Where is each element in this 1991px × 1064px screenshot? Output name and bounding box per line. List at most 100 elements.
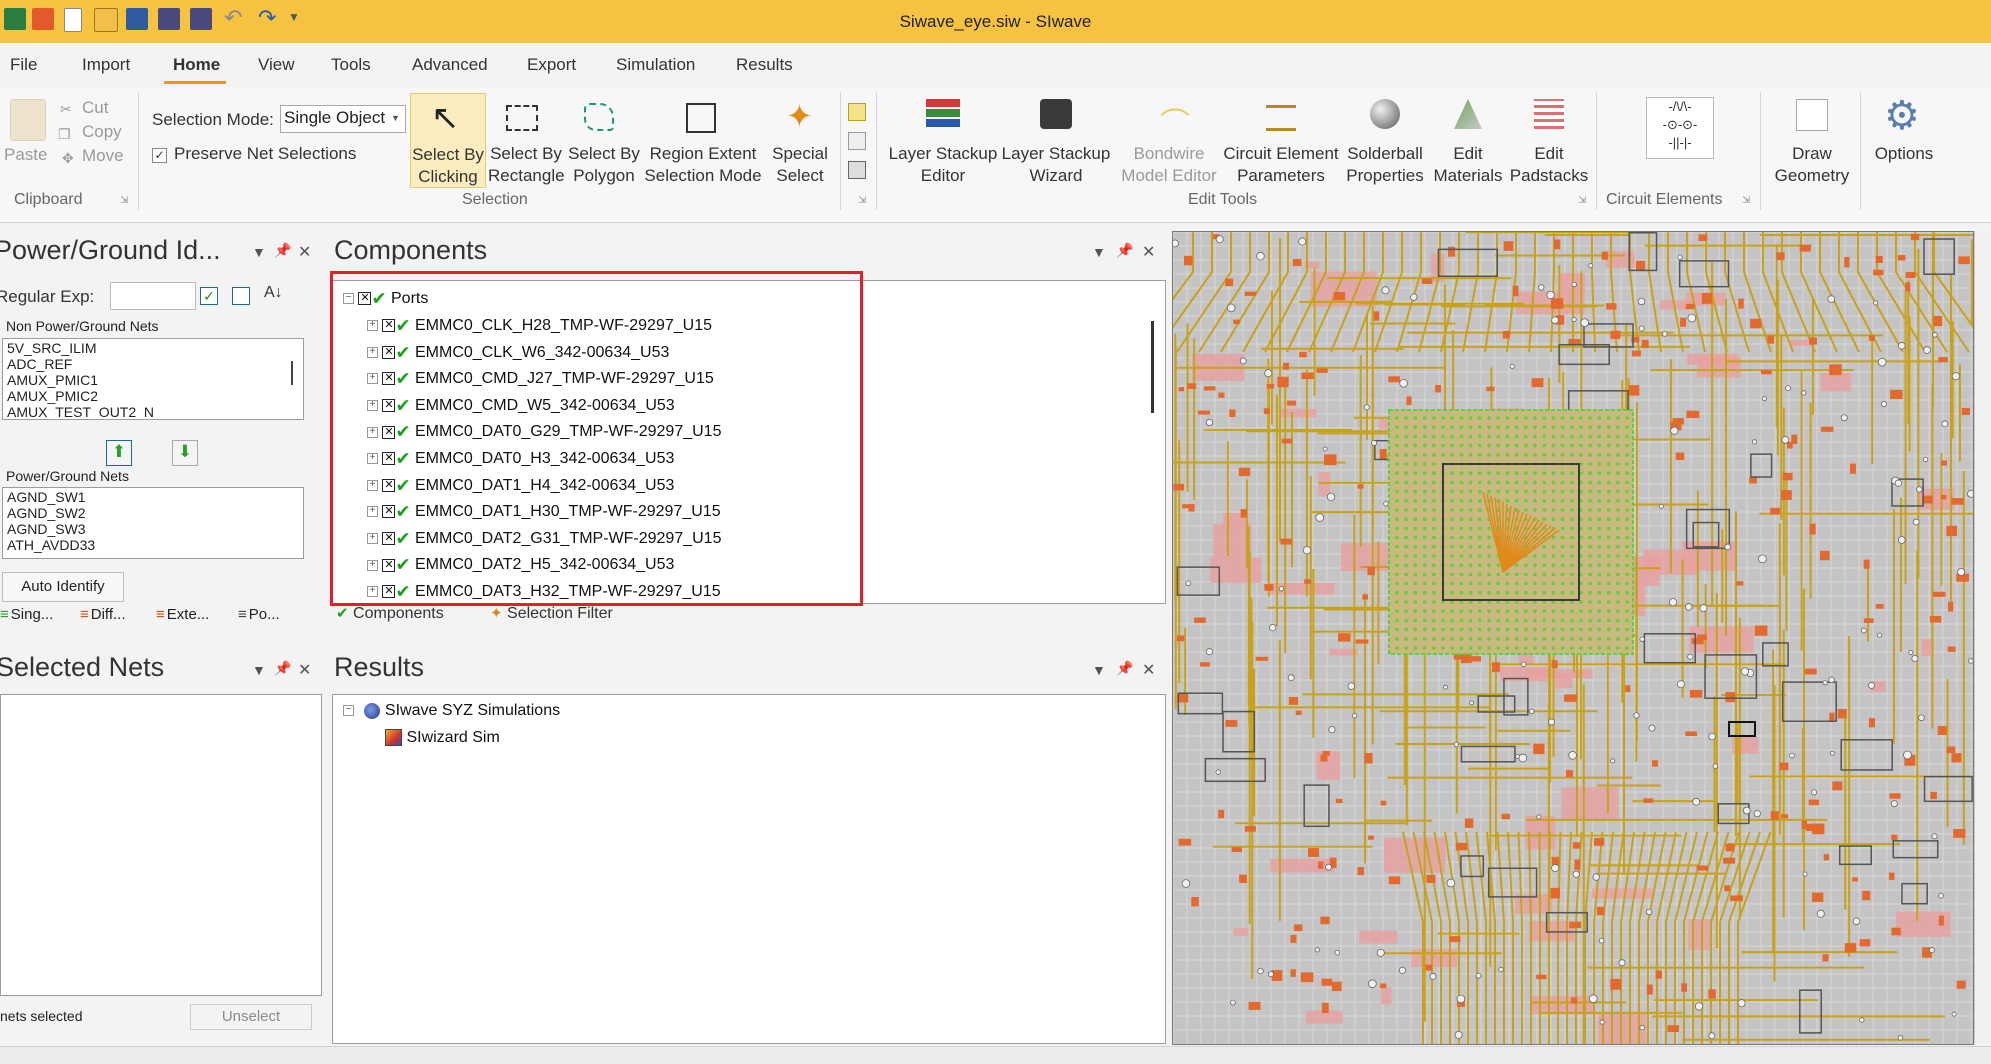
edit-padstacks-button[interactable]: Edit Padstacks — [1508, 93, 1590, 186]
uncheck-all-icon[interactable] — [232, 287, 250, 305]
unselect-button[interactable]: Unselect — [190, 1004, 312, 1030]
results-tree[interactable]: − SIwave SYZ Simulations SIwizard Sim — [332, 694, 1166, 1044]
close-icon[interactable]: ✕ — [1142, 660, 1155, 680]
list-item[interactable]: ADC_REF — [7, 356, 72, 372]
panel-menu-icon[interactable]: ▼ — [252, 244, 266, 260]
bga-ball — [1413, 434, 1418, 439]
bga-ball — [1432, 627, 1436, 632]
clipboard-launcher-icon[interactable]: ⇲ — [120, 195, 128, 206]
panel-menu-icon[interactable]: ▼ — [1092, 662, 1106, 678]
tab-components[interactable]: ✔ Components — [336, 604, 484, 630]
results-root-row[interactable]: − SIwave SYZ Simulations — [343, 697, 560, 724]
via — [1811, 789, 1818, 796]
pin-icon[interactable]: 📌 — [1116, 242, 1133, 259]
region-extent-selection-mode-button[interactable]: Region Extent Selection Mode — [644, 93, 762, 186]
bga-ball — [1524, 627, 1528, 632]
list-item[interactable]: AGND_SW3 — [7, 521, 86, 537]
sort-icon[interactable]: A↓ — [264, 284, 283, 302]
options-button[interactable]: ⚙ Options — [1864, 93, 1944, 186]
bga-ball — [1597, 535, 1602, 540]
selected-nets-list[interactable] — [0, 694, 322, 996]
bga-ball — [1441, 453, 1445, 457]
layout-canvas[interactable] — [1172, 231, 1974, 1045]
pin-icon[interactable]: 📌 — [274, 242, 291, 259]
canvas-scrollbar[interactable] — [1974, 231, 1991, 1043]
list-item[interactable]: AMUX_PMIC2 — [7, 388, 98, 404]
clear-selection-icon[interactable] — [848, 132, 866, 150]
panel-menu-icon[interactable]: ▼ — [252, 662, 266, 678]
close-icon[interactable]: ✕ — [1142, 242, 1155, 262]
select-by-clicking-button[interactable]: ↖ Select By Clicking — [410, 93, 486, 188]
menu-results[interactable]: Results — [736, 55, 793, 75]
layer-stackup-editor-button[interactable]: Layer Stackup Editor — [888, 93, 998, 186]
menu-export[interactable]: Export — [527, 55, 576, 75]
list-item[interactable]: AMUX_TEST_OUT2_N — [7, 404, 154, 419]
tab-external[interactable]: ≡ Exte... — [156, 606, 209, 623]
close-icon[interactable]: ✕ — [298, 242, 311, 262]
menu-file[interactable]: File — [10, 55, 37, 75]
paste-button[interactable]: Paste — [4, 144, 47, 166]
select-by-polygon-button[interactable]: Select By Polygon — [566, 93, 642, 186]
menu-tools[interactable]: Tools — [331, 55, 371, 75]
selection-mode-dropdown[interactable]: Single Object ▼ — [280, 105, 406, 133]
layer-stackup-wizard-button[interactable]: Layer Stackup Wizard — [1000, 93, 1112, 186]
menu-view[interactable]: View — [258, 55, 295, 75]
move-down-icon[interactable]: ⬇ — [172, 440, 198, 466]
pin-icon[interactable]: 📌 — [1116, 660, 1133, 677]
move-up-icon[interactable]: ⬆ — [106, 440, 132, 466]
scrollbar-thumb[interactable] — [291, 361, 293, 385]
move-button[interactable]: Move — [82, 145, 124, 167]
special-select-button[interactable]: ✦ Special Select — [764, 93, 836, 186]
pad — [1941, 460, 1948, 466]
copy-button[interactable]: Copy — [82, 121, 122, 143]
bga-ball — [1588, 609, 1592, 613]
draw-geometry-button[interactable]: Draw Geometry — [1764, 93, 1860, 186]
tab-power[interactable]: ≡ Po... — [238, 606, 280, 623]
pcb-layout[interactable] — [1173, 232, 1973, 1044]
bga-ball — [1487, 637, 1491, 641]
circuit-element-parameters-button[interactable]: Circuit Element Parameters — [1222, 93, 1340, 186]
scrollbar-thumb[interactable] — [1151, 321, 1154, 413]
non-pg-nets-list[interactable]: 5V_SRC_ILIM ADC_REF AMUX_PMIC1 AMUX_PMIC2 AM… — [2, 338, 304, 420]
list-item[interactable]: 5V_SRC_ILIM — [7, 340, 96, 356]
collapse-icon[interactable]: − — [343, 705, 354, 717]
menu-home[interactable]: Home — [173, 55, 220, 75]
edit-tools-launcher-icon[interactable]: ⇲ — [1578, 195, 1586, 206]
tab-differential[interactable]: ≡ Diff... — [80, 606, 126, 623]
list-item[interactable]: ATH_AVDD33 — [7, 537, 95, 553]
cut-button[interactable]: Cut — [82, 97, 108, 119]
edit-materials-button[interactable]: Edit Materials — [1430, 93, 1506, 186]
pg-nets-list[interactable]: AGND_SW1 AGND_SW2 AGND_SW3 ATH_AVDD33 — [2, 487, 304, 559]
bga-ball — [1432, 434, 1436, 439]
preserve-net-selections-checkbox[interactable]: ✓ — [152, 148, 167, 163]
bga-ball — [1551, 471, 1556, 475]
bondwire-icon: ⌒ — [1160, 108, 1190, 141]
menu-simulation[interactable]: Simulation — [616, 55, 695, 75]
bga-ball — [1570, 416, 1574, 420]
list-item[interactable]: AMUX_PMIC1 — [7, 372, 98, 388]
auto-identify-button[interactable]: Auto Identify — [2, 572, 124, 602]
bga-ball — [1514, 609, 1519, 613]
list-item[interactable]: AGND_SW1 — [7, 489, 86, 505]
pin-icon[interactable]: 📌 — [274, 660, 291, 677]
results-child-row[interactable]: SIwizard Sim — [385, 724, 500, 751]
circuit-elements-gallery[interactable]: -/\/\- -⊙-⊙- -||-|- — [1646, 97, 1714, 159]
selection-launcher-icon[interactable]: ⇲ — [858, 195, 866, 206]
menu-import[interactable]: Import — [82, 55, 130, 75]
bga-ball — [1616, 646, 1620, 650]
tab-selection-filter[interactable]: ✦ Selection Filter — [490, 604, 670, 630]
solderball-properties-button[interactable]: Solderball Properties — [1342, 93, 1428, 186]
check-all-icon[interactable]: ✓ — [200, 287, 218, 305]
select-by-rectangle-button[interactable]: Select By Rectangle — [488, 93, 565, 186]
select-all-icon[interactable] — [848, 103, 866, 121]
regexp-input[interactable] — [110, 282, 196, 310]
circuit-elements-launcher-icon[interactable]: ⇲ — [1742, 195, 1750, 206]
tab-single-ended[interactable]: ≡ Sing... — [0, 606, 53, 623]
list-item[interactable]: AGND_SW2 — [7, 505, 86, 521]
bga-ball — [1570, 480, 1574, 485]
close-icon[interactable]: ✕ — [298, 660, 311, 680]
invert-selection-icon[interactable] — [848, 161, 866, 179]
panel-menu-icon[interactable]: ▼ — [1092, 244, 1106, 260]
bondwire-model-editor-button[interactable]: ⌒ Bondwire Model Editor — [1114, 93, 1224, 186]
menu-advanced[interactable]: Advanced — [412, 55, 488, 75]
